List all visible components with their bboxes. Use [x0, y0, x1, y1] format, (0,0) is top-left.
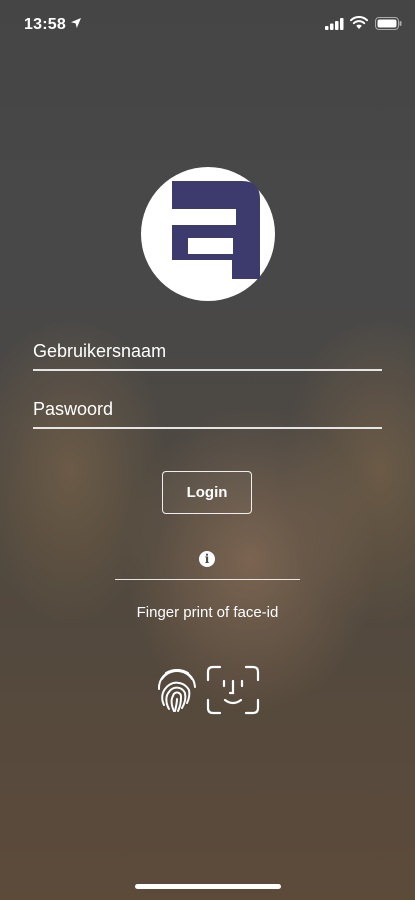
app-logo-a-icon — [172, 181, 260, 279]
biometric-label: Finger print of face-id — [136, 604, 279, 621]
login-button[interactable]: Login — [162, 471, 252, 514]
info-icon[interactable]: i — [199, 551, 215, 567]
app-logo — [141, 167, 275, 301]
background-overlay — [0, 0, 415, 900]
username-input[interactable] — [33, 333, 382, 369]
home-indicator[interactable] — [135, 884, 281, 889]
password-input[interactable] — [33, 391, 382, 427]
face-id-icon[interactable] — [204, 664, 262, 716]
cellular-signal-icon — [325, 18, 344, 30]
battery-icon — [375, 17, 402, 30]
wifi-icon — [350, 16, 368, 29]
info-glyph: i — [204, 552, 210, 566]
fingerprint-icon[interactable] — [156, 665, 198, 713]
location-arrow-icon — [71, 18, 81, 28]
status-bar: 13:58 — [0, 0, 415, 50]
username-field[interactable] — [33, 333, 382, 371]
status-time: 13:58 — [24, 16, 66, 33]
password-field[interactable] — [33, 391, 382, 429]
biometric-divider — [115, 579, 300, 580]
